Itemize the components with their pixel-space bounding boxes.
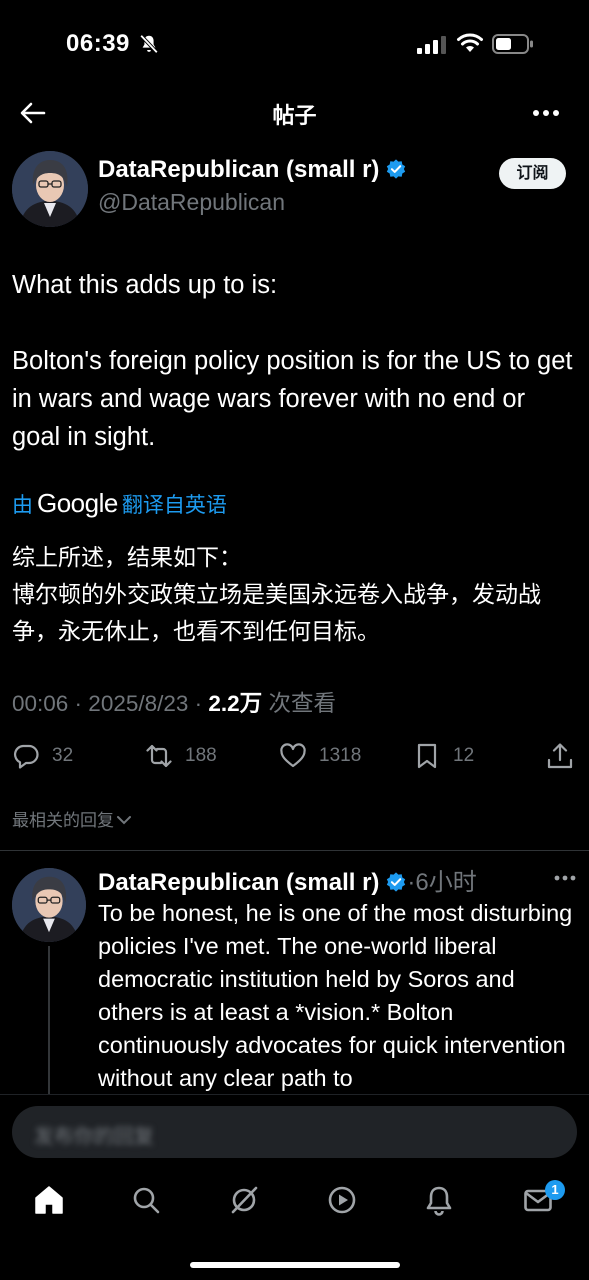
translated-paragraph: 博尔顿的外交政策立场是美国永远卷入战争，发动战争，永无休止，也看不到任何目标。 — [12, 581, 541, 644]
post-actions: 32 188 1318 12 — [0, 736, 589, 776]
thread-line — [48, 946, 50, 1096]
status-time: 06:39 — [66, 30, 130, 57]
like-count: 1318 — [319, 745, 362, 766]
wifi-icon — [457, 33, 483, 52]
author-avatar[interactable] — [12, 151, 88, 227]
post-body: What this adds up to is: Bolton's foreig… — [12, 266, 577, 494]
post-paragraph: Bolton's foreign policy position is for … — [12, 347, 573, 451]
page-title: 帖子 — [272, 103, 317, 128]
author-handle[interactable]: @DataRepublican — [98, 189, 285, 216]
reply-input[interactable]: 发布你的回复 — [12, 1106, 577, 1158]
bookmark-button[interactable]: 12 — [413, 736, 474, 776]
repost-button[interactable]: 188 — [145, 736, 217, 776]
translated-paragraph: 综上所述，结果如下： — [12, 544, 242, 570]
verified-badge-icon — [387, 872, 406, 892]
heart-icon — [280, 743, 306, 768]
reply-author-name[interactable]: DataRepublican (small r) — [98, 869, 379, 896]
home-icon[interactable] — [33, 1184, 65, 1216]
reply-icon — [13, 744, 39, 769]
reply-input-placeholder: 发布你的回复 — [34, 1126, 154, 1148]
repost-icon — [146, 744, 172, 768]
reply-time: ·6小时 — [407, 869, 477, 896]
messages-badge: 1 — [545, 1180, 565, 1200]
reply-body: To be honest, he is one of the most dist… — [98, 900, 573, 1091]
post-meta: 00:06 · 2025/8/23 · 2.2万 次查看 — [12, 686, 336, 718]
search-icon[interactable] — [130, 1184, 162, 1216]
bookmark-count: 12 — [453, 745, 475, 766]
status-bar: 06:39 — [0, 0, 589, 86]
reply-more-icon[interactable] — [552, 868, 578, 888]
reply-sort-label: 最相关的回复 — [12, 811, 114, 830]
battery-icon — [492, 34, 533, 54]
notifications-bell-icon[interactable] — [423, 1184, 455, 1216]
subscribe-button[interactable]: 订阅 — [499, 158, 566, 189]
grok-icon[interactable] — [228, 1184, 260, 1216]
bottom-tab-bar — [0, 1172, 589, 1232]
reply-sort-dropdown[interactable]: 最相关的回复 — [12, 806, 132, 831]
translate-suffix: 翻译自英语 — [121, 494, 227, 517]
bell-slash-icon — [139, 34, 159, 54]
divider — [0, 850, 589, 851]
post-paragraph: What this adds up to is: — [12, 271, 278, 299]
share-icon — [547, 743, 573, 769]
view-count-label: 次查看 — [262, 691, 336, 716]
like-button[interactable]: 1318 — [279, 736, 361, 776]
reply-button[interactable]: 32 — [12, 736, 73, 776]
reply-header: DataRepublican (small r) ·6小时 — [98, 862, 477, 897]
cellular-signal-icon — [417, 36, 446, 54]
author-name-text[interactable]: DataRepublican (small r) — [98, 156, 379, 183]
translation-attribution[interactable]: 由 Google 翻译自英语 — [12, 488, 227, 519]
post-timestamp: 00:06 · 2025/8/23 · — [12, 691, 209, 716]
more-options-icon[interactable] — [530, 100, 562, 126]
chevron-down-icon — [117, 816, 131, 825]
repost-count: 188 — [185, 745, 217, 766]
translate-prefix: 由 — [12, 494, 33, 517]
home-indicator — [190, 1262, 400, 1268]
author-name[interactable]: DataRepublican (small r) — [98, 156, 407, 184]
reply-count: 32 — [52, 745, 74, 766]
view-count[interactable]: 2.2万 — [208, 691, 262, 716]
bookmark-icon — [417, 743, 437, 769]
google-logo-text: Google — [37, 488, 118, 518]
reply-author-avatar[interactable] — [12, 868, 86, 942]
verified-badge-icon — [387, 159, 406, 179]
top-bar: 帖子 — [0, 86, 589, 140]
translated-body: 综上所述，结果如下： 博尔顿的外交政策立场是美国永远卷入战争，发动战争，永无休止… — [12, 539, 582, 650]
share-button[interactable] — [546, 736, 574, 776]
video-play-icon[interactable] — [326, 1184, 358, 1216]
